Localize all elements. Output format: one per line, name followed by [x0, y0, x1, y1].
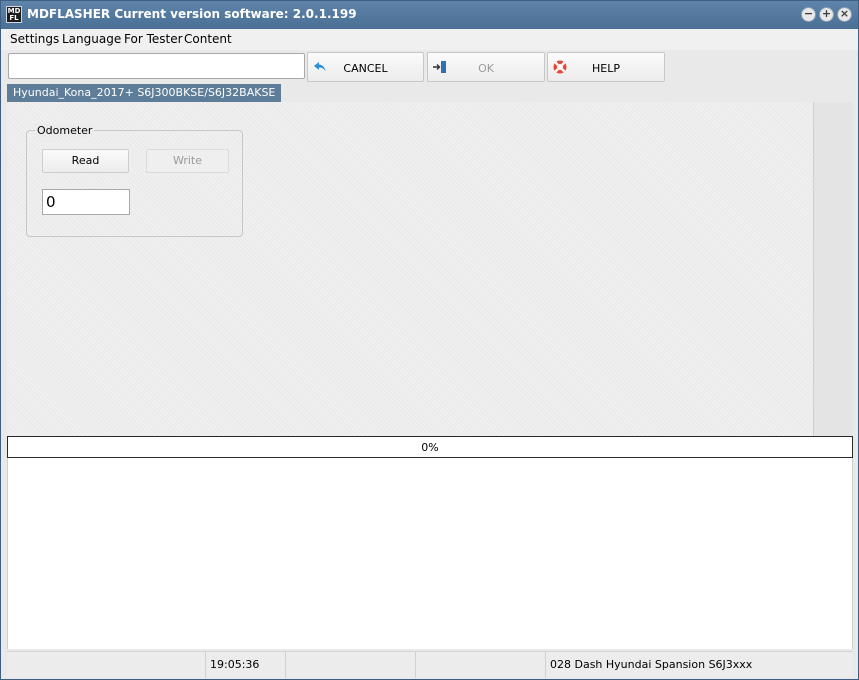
app-window: MD FL MDFLASHER Current version software:…: [0, 0, 859, 680]
menu-bar: Settings Language For Tester Content: [1, 29, 858, 50]
close-button[interactable]: ×: [837, 7, 852, 22]
write-button[interactable]: Write: [146, 149, 229, 173]
status-cell-4: [416, 652, 546, 678]
ok-button[interactable]: OK: [427, 52, 545, 82]
log-area[interactable]: [7, 458, 853, 649]
menu-for-tester[interactable]: For Tester: [124, 32, 183, 46]
cancel-label: CANCEL: [343, 62, 388, 75]
status-time: 19:05:36: [206, 652, 286, 678]
menu-content[interactable]: Content: [184, 32, 232, 46]
odometer-value-input[interactable]: 0: [42, 189, 130, 215]
maximize-button[interactable]: +: [819, 7, 834, 22]
window-title: MDFLASHER Current version software: 2.0.…: [27, 7, 357, 21]
progress-text: 0%: [421, 441, 439, 454]
progress-bar: 0%: [7, 436, 853, 458]
help-button[interactable]: HELP: [547, 52, 665, 82]
minimize-button[interactable]: −: [801, 7, 816, 22]
content-panel: Odometer Read Write 0: [7, 102, 814, 436]
path-input[interactable]: [8, 53, 305, 79]
menu-settings[interactable]: Settings: [10, 32, 59, 46]
read-button[interactable]: Read: [42, 149, 129, 173]
toolbar: CANCEL OK HELP: [1, 50, 858, 84]
odometer-group-title: Odometer: [35, 124, 95, 137]
status-cell-1: [7, 652, 206, 678]
help-label: HELP: [592, 62, 620, 75]
title-bar[interactable]: MD FL MDFLASHER Current version software:…: [1, 1, 858, 29]
right-side-panel: [814, 102, 853, 436]
status-module: 028 Dash Hyundai Spansion S6J3xxx: [550, 658, 753, 671]
odometer-group: Odometer Read Write 0: [26, 124, 243, 237]
app-logo-icon: MD FL: [6, 6, 22, 23]
ok-label: OK: [478, 62, 494, 75]
tab-hyundai-kona[interactable]: Hyundai_Kona_2017+ S6J300BKSE/S6J32BAKSE: [7, 84, 282, 102]
status-cell-3: [286, 652, 416, 678]
cancel-button[interactable]: CANCEL: [307, 52, 424, 82]
menu-language[interactable]: Language: [62, 32, 121, 46]
status-bar: 19:05:36 028 Dash Hyundai Spansion S6J3x…: [7, 651, 853, 678]
